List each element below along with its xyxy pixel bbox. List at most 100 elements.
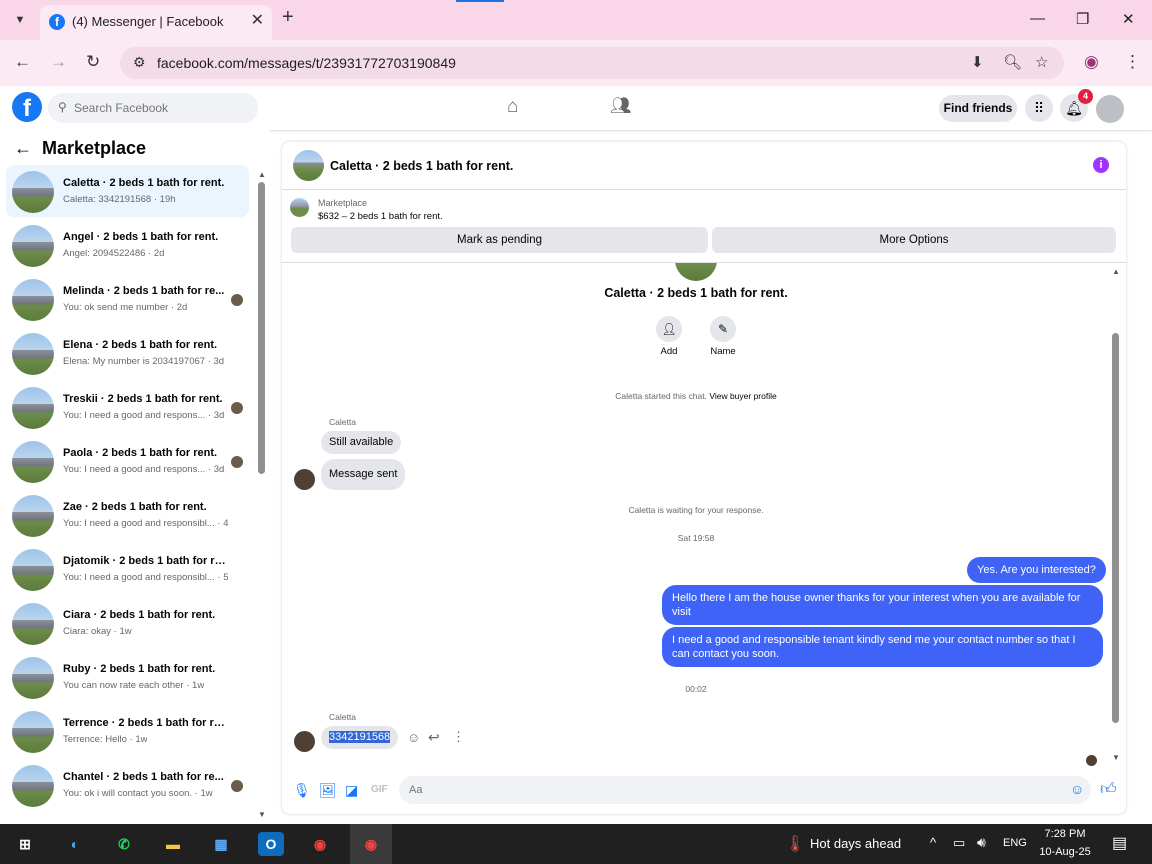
reply-icon[interactable]: ↩ — [428, 729, 440, 746]
conversation-snippet: Elena: My number is 2034197067 · 3d — [63, 356, 225, 367]
thread-scrollbar[interactable] — [1112, 333, 1119, 723]
like-thumbs-up-icon[interactable]: 👍︎ — [1100, 780, 1117, 799]
reload-icon[interactable]: ↻ — [86, 52, 100, 72]
search-input[interactable] — [74, 93, 254, 123]
close-tab-icon[interactable]: ✕ — [251, 10, 264, 30]
find-friends-button[interactable]: Find friends — [939, 95, 1017, 122]
outgoing-message[interactable]: Hello there I am the house owner thanks … — [662, 585, 1103, 625]
facebook-logo-icon[interactable]: f — [12, 92, 42, 122]
back-arrow-icon[interactable]: ← — [14, 52, 31, 72]
view-buyer-profile-link[interactable]: View buyer profile — [709, 391, 776, 401]
conversation-snippet: Caletta: 3342191568 · 19h — [63, 194, 176, 205]
incoming-message[interactable]: Still available — [321, 431, 402, 454]
message-input[interactable] — [399, 776, 1091, 804]
read-receipt-avatar — [1086, 755, 1097, 766]
facebook-favicon-icon: f — [49, 14, 65, 30]
sidebar-scrollbar[interactable] — [258, 182, 265, 474]
weather-text[interactable]: Hot days ahead — [810, 836, 901, 851]
scroll-down-icon[interactable]: ▼ — [1112, 753, 1120, 762]
profile-icon[interactable]: ◉ — [1084, 52, 1099, 72]
sticker-icon[interactable]: ◪ — [345, 782, 358, 799]
chrome-icon[interactable]: ◉ — [307, 832, 333, 856]
conversation-item[interactable]: Ciara · 2 beds 1 bath for rent. Ciara: ok… — [6, 597, 249, 649]
edit-pencil-icon[interactable]: ✎ — [710, 316, 736, 342]
conversation-item[interactable]: Chantel · 2 beds 1 bath for re... You: ok… — [6, 759, 249, 811]
conversation-thumbnail — [12, 765, 54, 807]
address-bar[interactable]: ⚙ facebook.com/messages/t/23931772703190… — [120, 47, 1064, 79]
listing-price[interactable]: $632 – 2 beds 1 bath for rent. — [318, 211, 443, 222]
chat-title[interactable]: Caletta · 2 beds 1 bath for rent. — [330, 159, 513, 173]
react-emoji-icon[interactable]: ☺ — [407, 730, 420, 745]
chat-header: Caletta · 2 beds 1 bath for rent. i — [282, 142, 1126, 190]
more-actions-icon[interactable]: ⋮ — [452, 729, 465, 745]
scroll-down-icon[interactable]: ▼ — [258, 810, 266, 819]
more-options-button[interactable]: More Options — [712, 227, 1116, 253]
conversation-item[interactable]: Zae · 2 beds 1 bath for rent. You: I need… — [6, 489, 249, 541]
home-icon[interactable]: ⌂ — [507, 96, 518, 118]
conversation-item[interactable]: Paola · 2 beds 1 bath for rent. You: I ne… — [6, 435, 249, 487]
gif-icon[interactable]: GIF — [371, 784, 388, 795]
close-window-icon[interactable]: ✕ — [1122, 10, 1135, 28]
microphone-icon[interactable]: 🎙︎ — [293, 782, 311, 799]
chrome-active-icon[interactable]: ◉ — [350, 824, 392, 864]
browser-tab[interactable]: f (4) Messenger | Facebook ✕ — [40, 5, 272, 40]
info-icon[interactable]: i — [1093, 157, 1109, 173]
clock-time[interactable]: 7:28 PM — [1040, 828, 1090, 840]
message-thread: Caletta · 2 beds 1 bath for rent. 👤︎ Add… — [282, 262, 1126, 768]
edge-icon[interactable]: ◐ — [62, 832, 88, 856]
chat-listing-thumbnail[interactable] — [293, 150, 324, 181]
conversation-item[interactable]: Caletta · 2 beds 1 bath for rent. Caletta… — [6, 165, 249, 217]
network-icon[interactable]: ▭ — [953, 835, 965, 851]
incoming-message-number[interactable]: 3342191568 — [321, 726, 399, 749]
scroll-up-icon[interactable]: ▲ — [258, 170, 266, 179]
profile-thumbnail — [675, 263, 717, 281]
search-box[interactable]: ⚲ — [48, 93, 258, 123]
conversation-item[interactable]: Melinda · 2 beds 1 bath for re... You: ok… — [6, 273, 249, 325]
marketplace-label: Marketplace — [318, 198, 368, 208]
conversation-item[interactable]: Treskii · 2 beds 1 bath for rent. You: I … — [6, 381, 249, 433]
sender-avatar[interactable] — [294, 731, 315, 752]
language-indicator[interactable]: ENG — [1003, 837, 1027, 849]
site-info-icon[interactable]: ⚙ — [133, 54, 146, 71]
scroll-up-icon[interactable]: ▲ — [1112, 267, 1120, 276]
store-icon[interactable]: ▦ — [208, 832, 234, 856]
show-hidden-icons-chevron[interactable]: ^ — [930, 835, 936, 850]
zoom-icon[interactable]: 🔍︎ — [1003, 53, 1022, 71]
volume-icon[interactable]: 🔊︎ — [977, 834, 986, 851]
outgoing-message[interactable]: I need a good and responsible tenant kin… — [662, 627, 1103, 667]
chrome-menu-icon[interactable]: ⋮ — [1124, 52, 1141, 72]
file-explorer-icon[interactable]: ▬ — [160, 832, 186, 856]
whatsapp-icon[interactable]: ✆ — [111, 832, 137, 856]
conversation-item[interactable]: Angel · 2 beds 1 bath for rent. Angel: 20… — [6, 219, 249, 271]
incoming-message[interactable]: Message sent — [321, 459, 406, 490]
restore-icon[interactable]: ❐ — [1076, 10, 1089, 28]
bookmark-star-icon[interactable]: ☆ — [1035, 53, 1048, 71]
notification-center-icon[interactable]: ▤ — [1112, 833, 1127, 853]
outlook-icon[interactable]: O — [258, 832, 284, 856]
menu-grid-icon[interactable]: ⠿ — [1025, 94, 1053, 122]
clock-date[interactable]: 10-Aug-25 — [1036, 846, 1094, 858]
minimize-icon[interactable]: — — [1030, 10, 1045, 27]
sender-avatar[interactable] — [294, 469, 315, 490]
add-person-icon[interactable]: 👤︎ — [656, 316, 682, 342]
photo-icon[interactable]: 🖼︎ — [319, 782, 337, 799]
new-tab-plus-icon[interactable]: + — [282, 6, 294, 29]
forward-arrow-icon[interactable]: → — [50, 52, 67, 72]
url-text[interactable]: facebook.com/messages/t/2393177270319084… — [157, 55, 456, 71]
back-arrow-icon[interactable]: ← — [14, 138, 32, 158]
account-avatar[interactable] — [1096, 95, 1124, 123]
conversation-item[interactable]: Ruby · 2 beds 1 bath for rent. You can no… — [6, 651, 249, 703]
conversation-item[interactable]: Elena · 2 beds 1 bath for rent. Elena: My… — [6, 327, 249, 379]
conversation-thumbnail — [12, 495, 54, 537]
windows-start-icon[interactable]: ⊞ — [12, 832, 38, 856]
mark-as-pending-button[interactable]: Mark as pending — [291, 227, 708, 253]
selected-number-text[interactable]: 3342191568 — [329, 731, 391, 743]
emoji-icon[interactable]: ☺ — [1070, 781, 1084, 797]
conversation-item[interactable]: Terrence · 2 beds 1 bath for rent. Terren… — [6, 705, 249, 757]
friends-icon[interactable]: 👥︎ — [610, 96, 632, 116]
install-app-icon[interactable]: ⬇ — [971, 53, 984, 71]
outgoing-message[interactable]: Yes. Are you interested? — [967, 557, 1106, 583]
tab-search-chevron-icon[interactable]: ▼ — [8, 8, 32, 32]
conversation-item[interactable]: Djatomik · 2 beds 1 bath for rent. You: I… — [6, 543, 249, 595]
search-icon: ⚲ — [58, 100, 67, 114]
